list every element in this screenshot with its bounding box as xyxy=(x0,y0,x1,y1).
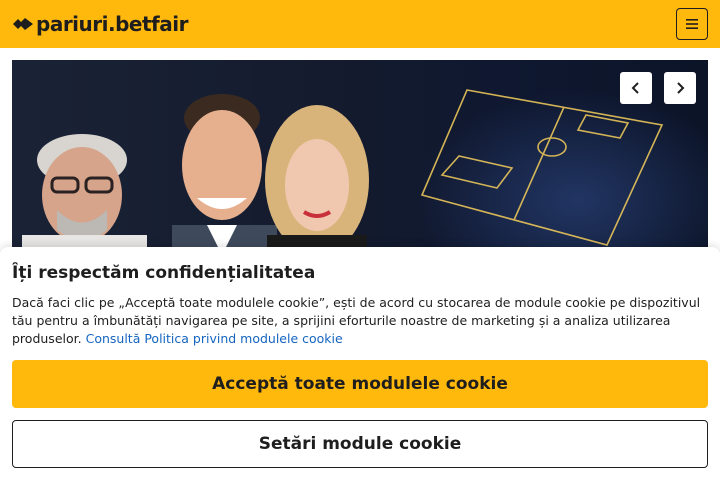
hamburger-menu-icon xyxy=(686,19,698,29)
menu-button[interactable] xyxy=(676,8,708,40)
cookie-policy-link[interactable]: Consultă Politica privind modulele cooki… xyxy=(86,331,343,346)
presenter-right xyxy=(265,105,369,260)
cookie-banner-title: Îți respectăm confidențialitatea xyxy=(12,263,316,283)
cookie-settings-button[interactable]: Setări module cookie xyxy=(12,420,708,468)
betfair-arrow-logo-icon xyxy=(13,18,33,30)
carousel-prev-button[interactable] xyxy=(620,72,652,104)
brand-name: pariuri.betfair xyxy=(36,12,188,36)
accept-all-cookies-button[interactable]: Acceptă toate modulele cookie xyxy=(12,360,708,408)
chevron-right-icon xyxy=(677,82,685,94)
top-navigation-bar: pariuri.betfair xyxy=(0,0,720,48)
football-pitch-graphic xyxy=(420,89,664,246)
hero-banner-image xyxy=(22,89,664,260)
carousel-next-button[interactable] xyxy=(664,72,696,104)
betfair-logo[interactable]: pariuri.betfair xyxy=(12,12,188,36)
presenter-left xyxy=(22,134,147,260)
chevron-left-icon xyxy=(631,82,639,94)
hero-carousel[interactable] xyxy=(12,60,708,260)
cookie-consent-banner: Îți respectăm confidențialitatea Dacă fa… xyxy=(0,247,720,480)
cookie-banner-text: Dacă faci clic pe „Acceptă toate modulel… xyxy=(12,294,702,348)
presenter-center xyxy=(172,94,277,260)
